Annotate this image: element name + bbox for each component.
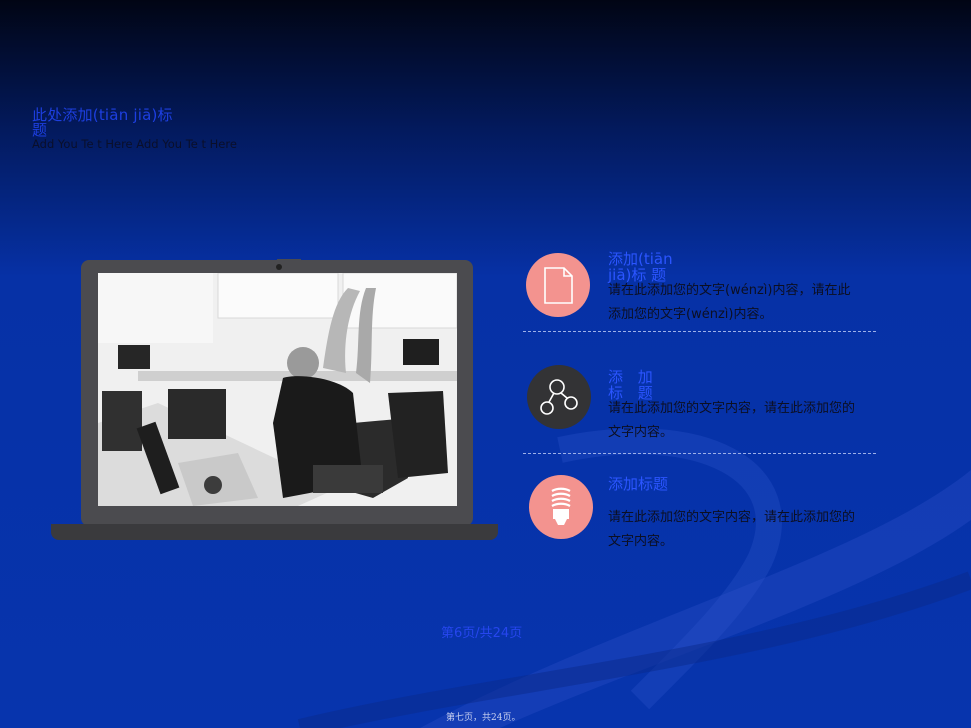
slide: 此处添加(tiān jiā)标 题 Add You Te t Here Add … xyxy=(0,0,971,728)
laptop-frame xyxy=(81,259,473,526)
item-3-icon-circle xyxy=(529,475,593,539)
divider-1 xyxy=(523,331,876,332)
laptop-camera xyxy=(276,264,282,270)
item-3-text: 请在此添加您的文字内容，请在此添加您的文字内容。 xyxy=(608,510,856,549)
slide-title: 此处添加(tiān jiā)标 题 xyxy=(32,106,219,139)
page-indicator: 第6页/共24页 xyxy=(441,626,523,641)
office-photo xyxy=(98,273,457,506)
footer-page-count: 第七页，共24页。 xyxy=(446,713,521,723)
item-2-icon-circle xyxy=(527,365,591,429)
network-icon xyxy=(540,379,578,415)
laptop-screen-photo xyxy=(98,273,457,506)
item-1-icon-circle xyxy=(526,253,590,317)
item-2-text: 请在此添加您的文字内容，请在此添加您的文字内容。 xyxy=(608,401,856,440)
document-icon xyxy=(544,267,573,304)
item-1-text: 请在此添加您的文字(wénzì)内容，请在此添加您的文字(wénzì)内容。 xyxy=(608,283,851,322)
divider-2 xyxy=(523,453,876,454)
item-3-title: 添加标题 xyxy=(608,475,669,493)
slide-subtitle: Add You Te t Here Add You Te t Here xyxy=(32,137,237,151)
lightbulb-icon xyxy=(551,487,571,525)
laptop-base xyxy=(51,524,498,540)
